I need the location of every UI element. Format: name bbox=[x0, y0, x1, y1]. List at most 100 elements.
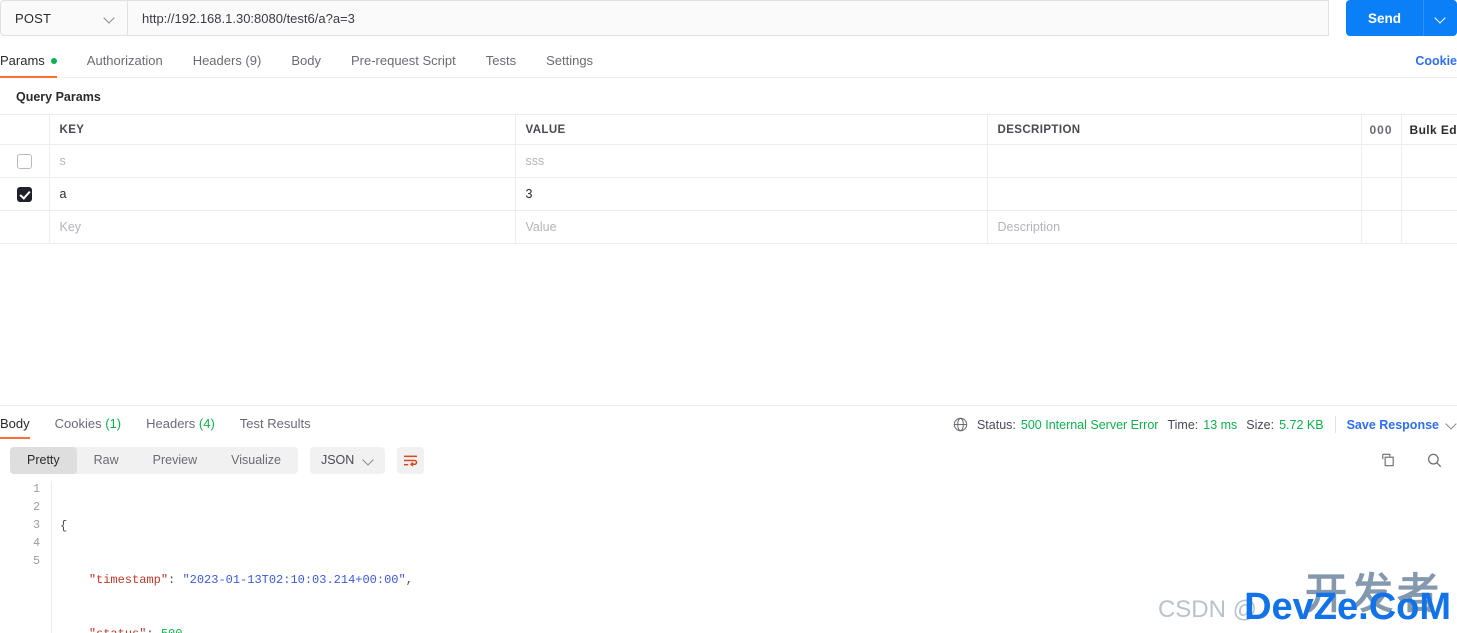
row-description-input[interactable] bbox=[987, 177, 1362, 211]
tab-settings[interactable]: Settings bbox=[546, 53, 593, 77]
response-tab-body[interactable]: Body bbox=[0, 416, 30, 439]
row-value-input[interactable]: 3 bbox=[515, 177, 988, 211]
view-mode-raw[interactable]: Raw bbox=[77, 447, 136, 474]
code-line: "status": 500, bbox=[60, 625, 1421, 633]
table-header-row: KEY VALUE DESCRIPTION 000 Bulk Ed bbox=[0, 114, 1457, 145]
request-url-bar: POST http://192.168.1.30:8080/test6/a?a=… bbox=[0, 0, 1457, 36]
bulk-edit-label: Bulk Ed bbox=[1409, 122, 1457, 137]
row-checkbox-cell[interactable] bbox=[0, 144, 50, 178]
response-tab-test-results[interactable]: Test Results bbox=[240, 416, 311, 439]
tab-headers[interactable]: Headers (9) bbox=[193, 53, 262, 77]
query-params-title: Query Params bbox=[16, 90, 101, 104]
params-active-dot-icon bbox=[50, 57, 57, 64]
view-mode-pretty[interactable]: Pretty bbox=[10, 446, 77, 474]
code-content: { "timestamp": "2023-01-13T02:10:03.214+… bbox=[52, 481, 1421, 633]
header-checkbox-cell bbox=[0, 114, 50, 145]
row-actions[interactable] bbox=[1361, 177, 1402, 211]
cookies-count: (1) bbox=[105, 416, 122, 431]
send-options-button[interactable] bbox=[1423, 0, 1457, 36]
view-mode-group: Pretty Raw Preview Visualize bbox=[10, 446, 298, 474]
placeholder-actions bbox=[1361, 210, 1402, 244]
row-description-input[interactable] bbox=[987, 144, 1362, 178]
divider bbox=[1334, 416, 1336, 433]
response-format-select[interactable]: JSON bbox=[309, 446, 386, 474]
header-description: DESCRIPTION bbox=[987, 114, 1362, 145]
globe-icon bbox=[953, 417, 968, 432]
status-value: 500 Internal Server Error bbox=[1020, 417, 1159, 432]
response-tab-headers-label: Headers bbox=[146, 416, 196, 431]
response-tab-headers[interactable]: Headers (4) bbox=[146, 416, 215, 439]
new-description-input[interactable]: Description bbox=[987, 210, 1362, 244]
time-label: Time: bbox=[1167, 417, 1199, 432]
row-spacer bbox=[1401, 177, 1457, 211]
line-number: 3 bbox=[33, 519, 40, 532]
row-checkbox[interactable] bbox=[16, 153, 32, 169]
response-viewer-toolbar: Pretty Raw Preview Visualize JSON bbox=[0, 439, 1457, 481]
line-number-gutter: 1 2 3 4 5 bbox=[0, 481, 52, 633]
send-button[interactable]: Send bbox=[1345, 0, 1423, 36]
code-line: "timestamp": "2023-01-13T02:10:03.214+00… bbox=[88, 573, 413, 587]
response-tab-cookies[interactable]: Cookies (1) bbox=[55, 416, 121, 439]
row-checkbox[interactable] bbox=[16, 186, 32, 202]
line-number: 5 bbox=[33, 555, 40, 568]
line-number: 4 bbox=[33, 537, 40, 550]
word-wrap-icon bbox=[404, 455, 418, 466]
tab-pre-request-script[interactable]: Pre-request Script bbox=[351, 53, 456, 77]
row-checkbox-cell[interactable] bbox=[0, 177, 50, 211]
chevron-down-icon[interactable] bbox=[1446, 419, 1457, 430]
size-value: 5.72 KB bbox=[1279, 417, 1324, 432]
response-pane: Body Cookies (1) Headers (4) Test Result… bbox=[0, 405, 1457, 633]
code-line: { bbox=[60, 517, 1421, 535]
viewer-actions bbox=[1379, 452, 1443, 469]
word-wrap-button[interactable] bbox=[397, 446, 425, 474]
row-key-input[interactable]: a bbox=[49, 177, 516, 211]
tab-authorization[interactable]: Authorization bbox=[87, 53, 163, 77]
more-options-button[interactable]: 000 bbox=[1361, 114, 1402, 145]
copy-icon[interactable] bbox=[1379, 452, 1396, 469]
http-method-select[interactable]: POST bbox=[0, 0, 127, 36]
time-value: 13 ms bbox=[1203, 417, 1238, 432]
response-status-bar: Status: 500 Internal Server Error Time: … bbox=[953, 416, 1457, 433]
line-number: 1 bbox=[33, 483, 40, 496]
chevron-down-icon bbox=[104, 13, 115, 24]
new-value-input[interactable]: Value bbox=[515, 210, 988, 244]
table-row: a 3 bbox=[0, 177, 1457, 211]
row-value-input[interactable]: sss bbox=[515, 144, 988, 178]
tab-tests[interactable]: Tests bbox=[486, 53, 516, 77]
response-tabs: Body Cookies (1) Headers (4) Test Result… bbox=[0, 406, 1457, 439]
response-body-code[interactable]: 1 2 3 4 5 { "timestamp": "2023-01-13T02:… bbox=[0, 481, 1457, 633]
status-label: Status: bbox=[976, 417, 1016, 432]
placeholder-checkbox-cell bbox=[0, 210, 50, 244]
table-row: s sss bbox=[0, 144, 1457, 178]
row-actions[interactable] bbox=[1361, 144, 1402, 178]
tab-params[interactable]: Params bbox=[0, 53, 57, 78]
table-row-placeholder: Key Value Description bbox=[0, 210, 1457, 244]
json-key-status: "status" bbox=[89, 627, 147, 633]
new-key-input[interactable]: Key bbox=[49, 210, 516, 244]
chevron-down-icon bbox=[363, 455, 374, 466]
ellipsis-icon: 000 bbox=[1369, 122, 1393, 137]
url-text: http://192.168.1.30:8080/test6/a?a=3 bbox=[142, 10, 355, 26]
code-area: 1 2 3 4 5 { "timestamp": "2023-01-13T02:… bbox=[0, 481, 1457, 633]
save-response-button[interactable]: Save Response bbox=[1347, 418, 1439, 432]
request-tabs: Params Authorization Headers (9) Body Pr… bbox=[0, 44, 1457, 78]
line-number: 2 bbox=[33, 501, 40, 514]
json-value-timestamp: "2023-01-13T02:10:03.214+00:00" bbox=[182, 573, 406, 587]
view-mode-visualize[interactable]: Visualize bbox=[214, 447, 298, 474]
tab-params-label: Params bbox=[0, 53, 45, 68]
http-method-label: POST bbox=[15, 10, 52, 26]
header-key: KEY bbox=[49, 114, 516, 145]
bulk-edit-button[interactable]: Bulk Ed bbox=[1401, 114, 1457, 145]
query-params-table: KEY VALUE DESCRIPTION 000 Bulk Ed s sss bbox=[0, 114, 1457, 244]
search-icon[interactable] bbox=[1426, 452, 1443, 469]
json-value-status: 500 bbox=[161, 627, 183, 633]
url-input[interactable]: http://192.168.1.30:8080/test6/a?a=3 bbox=[127, 0, 1329, 36]
cookies-link[interactable]: Cookie bbox=[1415, 54, 1457, 68]
row-spacer bbox=[1401, 144, 1457, 178]
view-mode-preview[interactable]: Preview bbox=[136, 447, 214, 474]
tab-body[interactable]: Body bbox=[291, 53, 321, 77]
send-group: Send bbox=[1345, 0, 1457, 36]
postman-window: POST http://192.168.1.30:8080/test6/a?a=… bbox=[0, 0, 1457, 633]
row-key-input[interactable]: s bbox=[49, 144, 516, 178]
placeholder-spacer bbox=[1401, 210, 1457, 244]
